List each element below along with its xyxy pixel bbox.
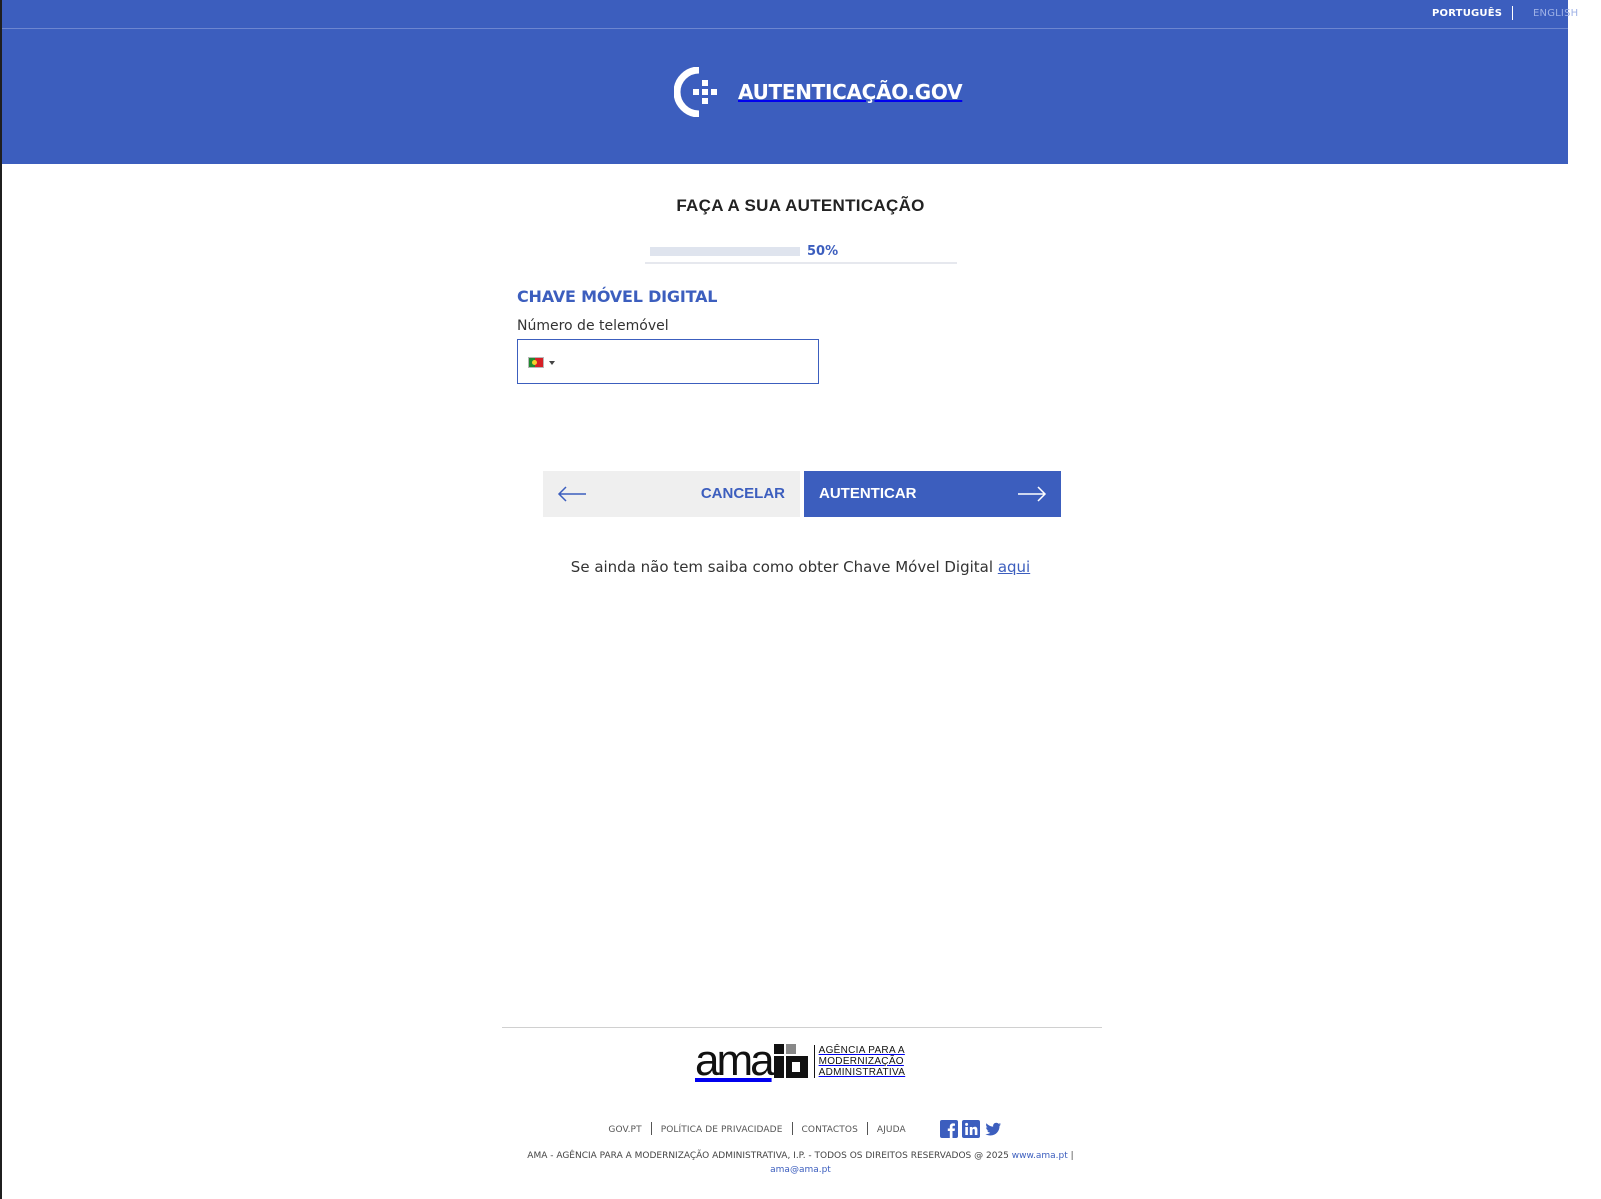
linkedin-icon[interactable] xyxy=(961,1120,980,1138)
copyright-pipe: | xyxy=(1067,1151,1074,1161)
language-english-link[interactable]: ENGLISH xyxy=(1533,8,1578,19)
footer-link-privacy-policy[interactable]: POLÍTICA DE PRIVACIDADE xyxy=(652,1125,792,1135)
ama-email-link[interactable]: ama@ama.pt xyxy=(770,1165,831,1175)
copyright-body: AMA - AGÊNCIA PARA A MODERNIZAÇÃO ADMINI… xyxy=(527,1151,1012,1161)
portugal-flag-icon[interactable] xyxy=(528,357,544,368)
autenticacao-gov-logo-icon xyxy=(674,67,717,117)
cmd-login-form: CHAVE MÓVEL DIGITAL Número de telemóvel xyxy=(517,287,1077,384)
language-separator xyxy=(1512,6,1513,20)
ama-logo-word: ama xyxy=(695,1036,775,1085)
progress-track xyxy=(645,262,957,264)
copyright-text: AMA - AGÊNCIA PARA A MODERNIZAÇÃO ADMINI… xyxy=(0,1151,1601,1161)
arrow-right-icon xyxy=(1018,486,1047,502)
help-link[interactable]: aqui xyxy=(998,558,1030,576)
footer-link-contacts[interactable]: CONTACTOS xyxy=(793,1125,867,1135)
country-dropdown-caret-icon[interactable] xyxy=(549,361,555,365)
window-left-border xyxy=(0,0,2,1199)
help-text: Se ainda não tem saiba como obter Chave … xyxy=(0,558,1601,576)
brand-name: AUTENTICAÇÃO.GOV xyxy=(738,80,963,104)
language-bar: PORTUGUÊS ENGLISH xyxy=(2,0,1578,29)
ama-logo[interactable]: ama AGÊNCIA PARA A MODERNIZAÇÃO ADMINIST… xyxy=(695,1036,906,1085)
contact-email: ama@ama.pt xyxy=(0,1165,1601,1175)
authentication-progress: 50% xyxy=(645,241,957,266)
cancel-button[interactable]: CANCELAR xyxy=(543,471,800,517)
progress-fill xyxy=(650,247,800,256)
arrow-left-icon xyxy=(557,486,586,502)
phone-number-label: Número de telemóvel xyxy=(517,318,669,334)
language-portuguese-link[interactable]: PORTUGUÊS xyxy=(1432,8,1502,19)
ama-logo-mark-icon xyxy=(773,1044,808,1078)
footer-link-help[interactable]: AJUDA xyxy=(868,1125,915,1135)
phone-number-field[interactable] xyxy=(517,339,819,384)
authenticate-button[interactable]: AUTENTICAR xyxy=(804,471,1061,517)
ama-website-link[interactable]: www.ama.pt xyxy=(1012,1151,1068,1161)
ama-logo-tagline: AGÊNCIA PARA A MODERNIZAÇÃO ADMINISTRATI… xyxy=(813,1044,906,1078)
window-right-margin xyxy=(1568,0,1601,1199)
cancel-button-label: CANCELAR xyxy=(700,485,785,502)
help-text-body: Se ainda não tem saiba como obter Chave … xyxy=(570,558,998,576)
facebook-icon[interactable] xyxy=(939,1120,958,1138)
section-title: CHAVE MÓVEL DIGITAL xyxy=(517,287,718,306)
phone-number-input[interactable] xyxy=(562,348,812,376)
authenticate-button-label: AUTENTICAR xyxy=(819,485,917,502)
brand-home-link[interactable]: AUTENTICAÇÃO.GOV xyxy=(674,66,963,118)
footer-link-gov-pt[interactable]: GOV.PT xyxy=(599,1125,650,1135)
site-header: PORTUGUÊS ENGLISH AUTENTICAÇÃO.GOV xyxy=(2,0,1578,164)
footer-divider xyxy=(502,1027,1102,1028)
progress-label: 50% xyxy=(807,244,839,259)
footer-links: GOV.PT POLÍTICA DE PRIVACIDADE CONTACTOS AJ… xyxy=(0,1120,1601,1138)
page-title: FAÇA A SUA AUTENTICAÇÃO xyxy=(676,196,925,215)
twitter-icon[interactable] xyxy=(984,1120,1002,1138)
social-links xyxy=(939,1120,1002,1138)
